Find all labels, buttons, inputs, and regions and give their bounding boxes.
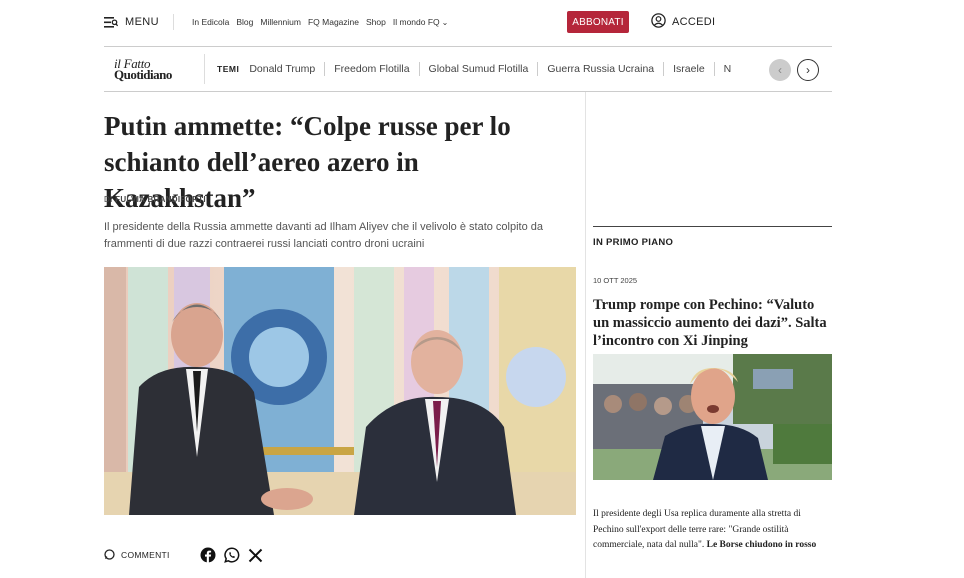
sidebar-section-label: IN PRIMO PIANO [593,237,674,248]
divider [713,62,715,76]
column-divider [585,92,586,578]
topics-list: Donald Trump Freedom Flotilla Global Sum… [249,62,749,76]
byline-prefix: DI [104,195,113,204]
nav-link-il-mondo-fq[interactable]: Il mondo FQ ⌄ [393,17,448,27]
topic-global-sumud-flotilla[interactable]: Global Sumud Flotilla [429,63,529,75]
divider [418,62,420,76]
logo-line-2: Quotidiano [114,67,172,82]
comment-icon [104,548,115,562]
nav-link-fq-magazine[interactable]: FQ Magazine [308,17,359,27]
menu-label: MENU [125,16,159,28]
byline: DI FULVIA BRANDIFORTI [104,195,206,204]
divider [537,62,539,76]
topic-donald-trump[interactable]: Donald Trump [249,63,315,75]
nav-link-millennium[interactable]: Millennium [260,17,301,27]
topics-bar: il Fatto Quotidiano TEMI Donald Trump Fr… [104,46,832,92]
topic-freedom-flotilla[interactable]: Freedom Flotilla [334,63,409,75]
subscribe-button[interactable]: ABBONATI [567,11,629,33]
topic-next[interactable]: N [724,63,732,75]
chevron-right-icon: › [806,63,810,77]
nav-link-shop[interactable]: Shop [366,17,386,27]
facebook-icon[interactable] [200,547,216,563]
menu-button[interactable]: MENU [104,16,159,28]
top-nav: In Edicola Blog Millennium FQ Magazine S… [192,0,448,44]
nav-link-blog[interactable]: Blog [236,17,253,27]
user-icon [651,13,666,31]
share-bar: COMMENTI [104,547,263,563]
article-photo [104,267,576,515]
login-button[interactable]: ACCEDI [651,11,715,33]
topic-israele[interactable]: Israele [673,63,705,75]
divider [324,62,326,76]
whatsapp-icon[interactable] [223,547,240,563]
divider [173,14,174,30]
menu-icon [104,16,118,28]
section-rule [593,226,832,227]
author-link[interactable]: FULVIA BRANDIFORTI [115,195,206,204]
topics-label: TEMI [217,64,240,74]
nav-link-in-edicola[interactable]: In Edicola [192,17,229,27]
site-logo[interactable]: il Fatto Quotidiano [104,57,204,82]
chevron-down-icon: ⌄ [441,18,449,27]
comments-label: COMMENTI [121,550,170,560]
sidebar-article-photo[interactable] [593,354,832,480]
topic-guerra-russia-ucraina[interactable]: Guerra Russia Ucraina [547,63,654,75]
sidebar-date: 10 OTT 2025 [593,276,638,285]
sidebar-article-summary: Il presidente degli Usa replica durament… [593,507,833,554]
topics-prev-button[interactable]: ‹ [769,59,791,81]
sidebar-article-title[interactable]: Trump rompe con Pechino: “Valuto un mass… [593,296,833,350]
comments-button[interactable]: COMMENTI [104,548,170,562]
x-icon[interactable] [248,548,263,563]
divider [204,54,205,84]
chevron-left-icon: ‹ [778,63,782,77]
sidebar-summary-highlight: Le Borse chiudono in rosso [706,540,817,550]
nav-link-il-mondo-fq-label: Il mondo FQ [392,17,440,27]
divider [663,62,665,76]
topics-next-button[interactable]: › [797,59,819,81]
login-label: ACCEDI [672,16,716,28]
article-summary: Il presidente della Russia ammette davan… [104,221,544,250]
